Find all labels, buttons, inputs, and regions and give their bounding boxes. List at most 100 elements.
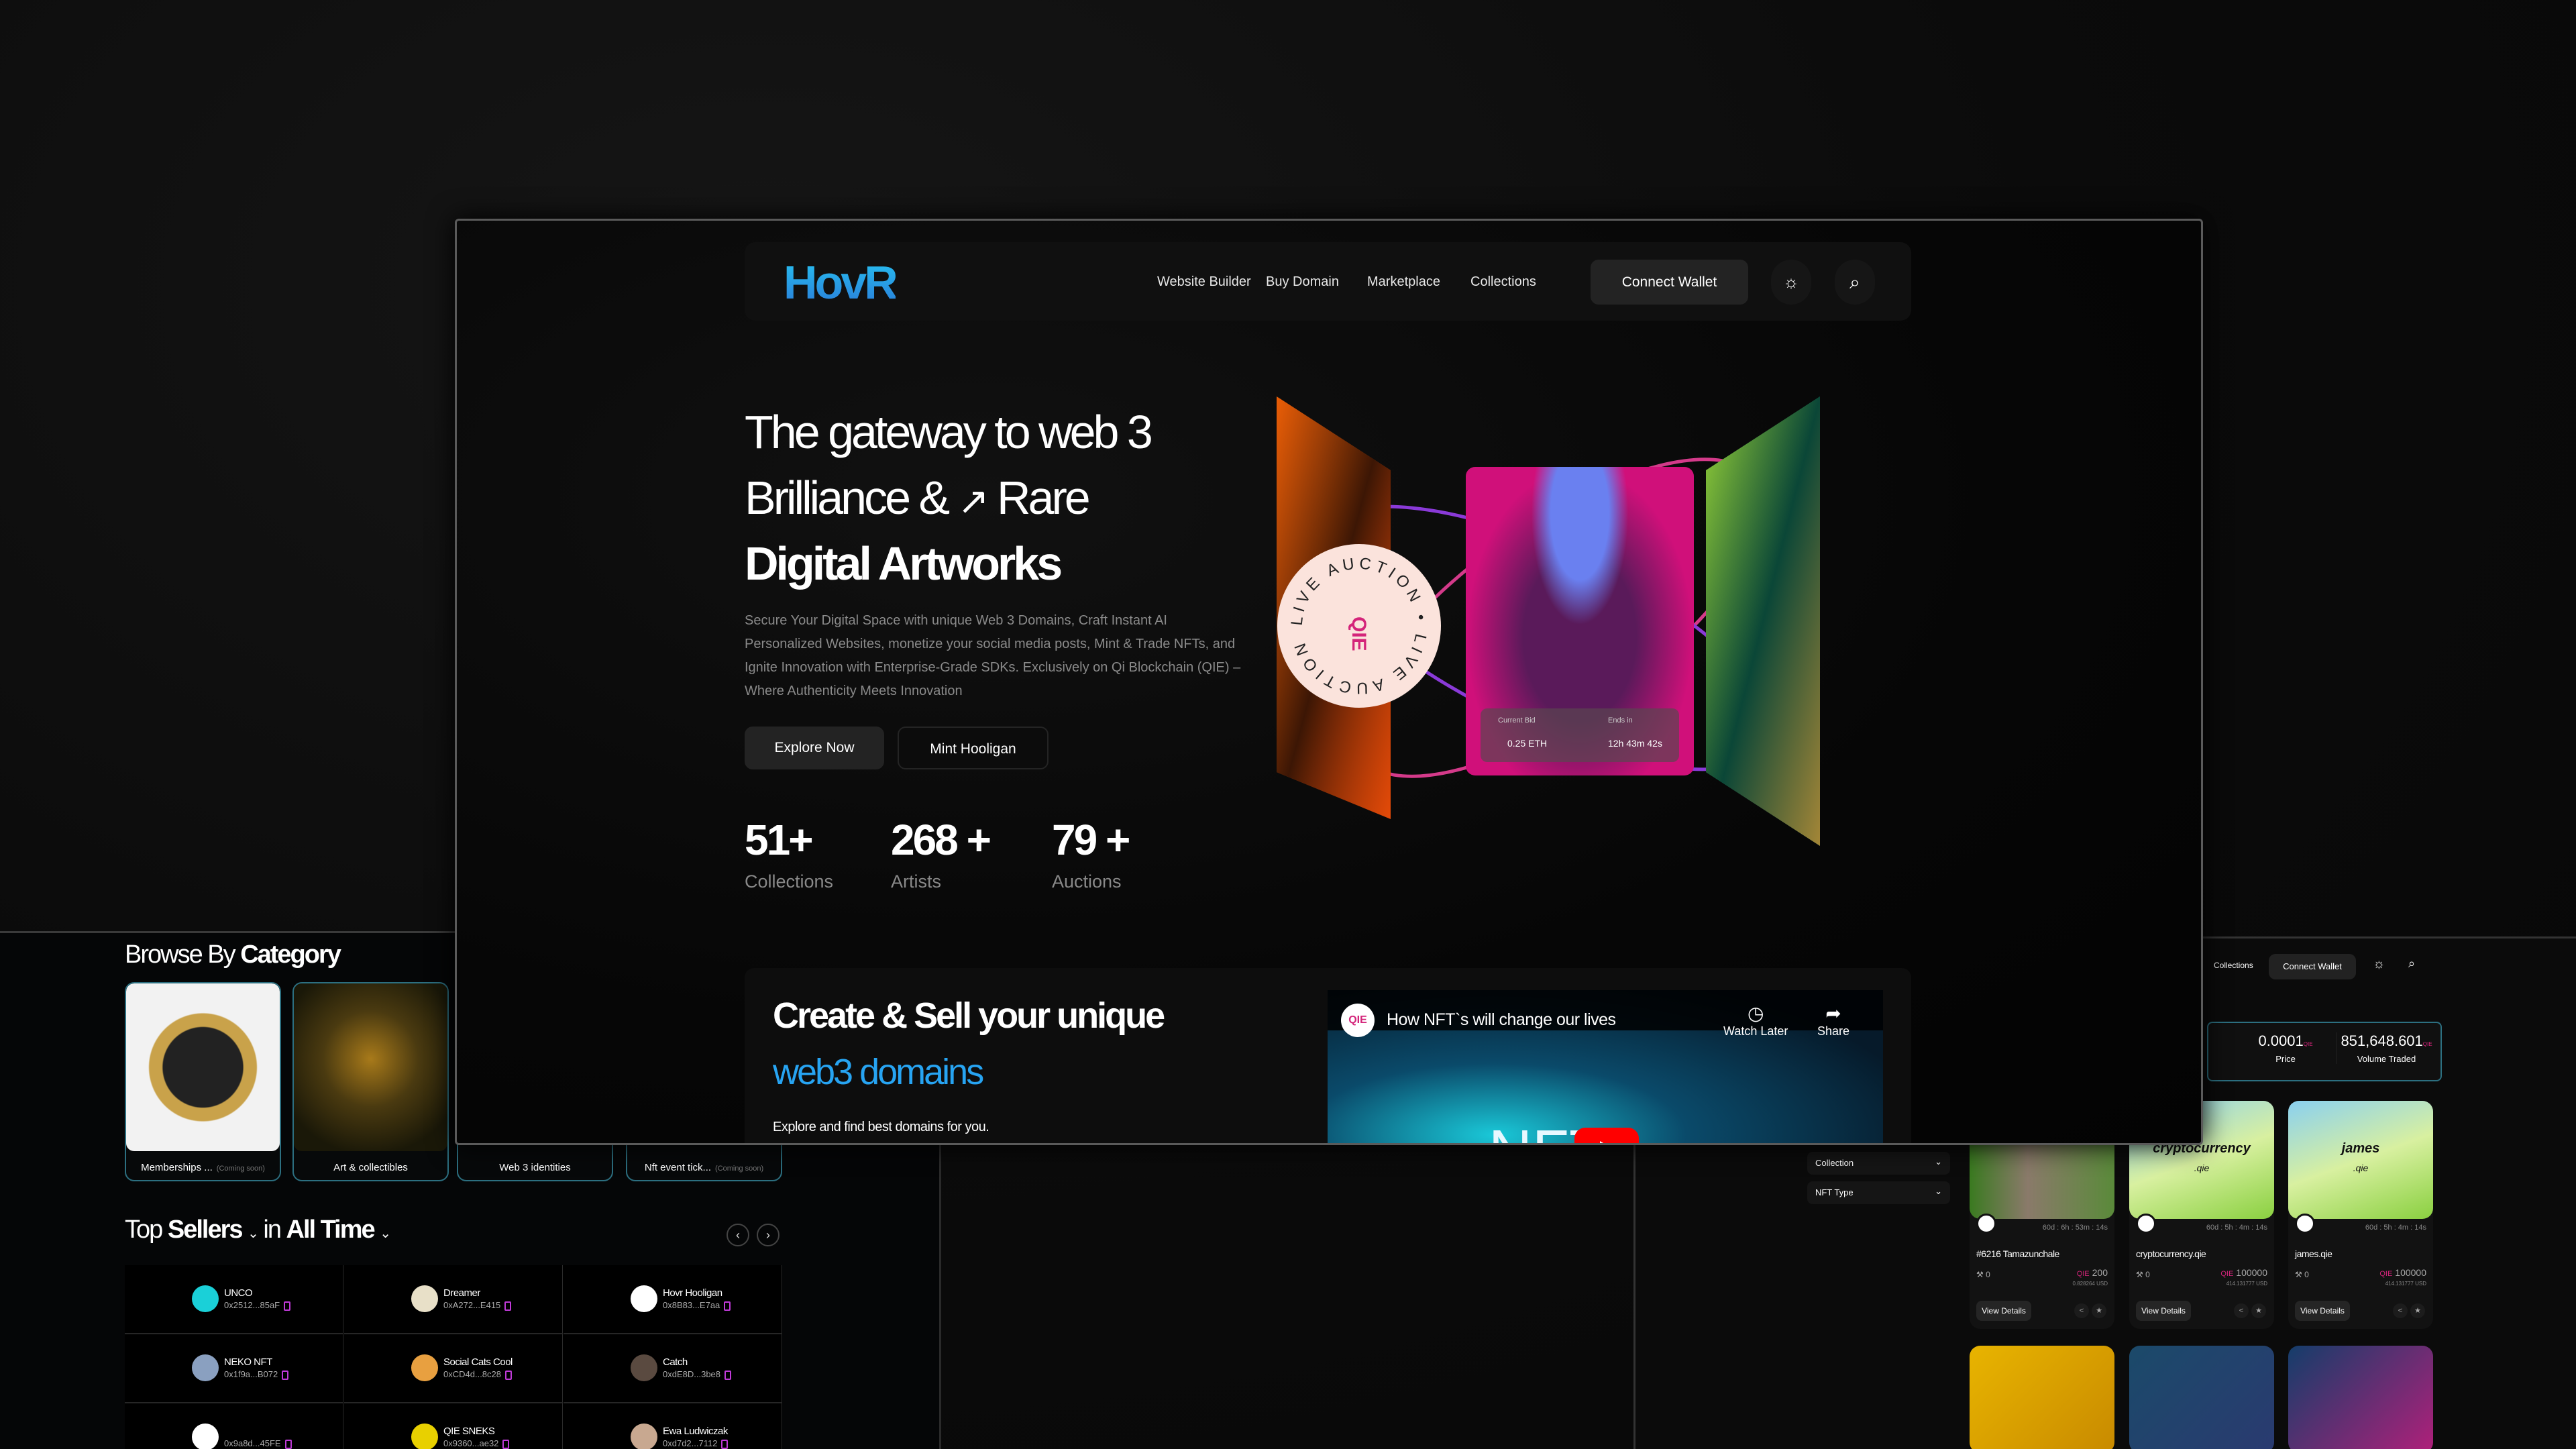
auction-artwork-card[interactable]: Current Bid 0.25 ETH Ends in 12h 43m 42s — [1466, 467, 1694, 775]
youtube-video[interactable]: QIE How NFT`s will change our lives ◷ Wat… — [1328, 990, 1883, 1143]
prev-arrow-button[interactable]: ‹ — [727, 1224, 749, 1246]
chevron-down-icon[interactable]: ⌄ — [380, 1226, 391, 1241]
share-icon[interactable]: < — [2393, 1303, 2408, 1318]
mint-hooligan-button[interactable]: Mint Hooligan — [898, 727, 1049, 769]
avatar — [192, 1354, 219, 1381]
copy-icon[interactable] — [721, 1439, 729, 1449]
avatar — [631, 1424, 657, 1449]
hero-title-line1: The gateway to web 3 — [745, 406, 1153, 458]
share-icon[interactable]: < — [2234, 1303, 2249, 1318]
avatar — [1976, 1214, 1996, 1234]
nav-buy-domain[interactable]: Buy Domain — [1266, 274, 1339, 290]
domains-title: Create & Sell your unique — [773, 996, 1165, 1036]
copy-icon[interactable] — [724, 1301, 731, 1311]
seller-item[interactable]: Social Cats Cool 0xCD4d...8c28 — [344, 1334, 563, 1403]
hero-title-line2: Brilliance & ↗ Rare — [745, 472, 1091, 524]
avatar — [411, 1354, 438, 1381]
trend-icon: ↗ — [957, 480, 989, 522]
chevron-down-icon: ⌄ — [1935, 1186, 1942, 1196]
browse-heading: Browse By Category — [125, 941, 341, 969]
seller-item[interactable]: Ewa Ludwiczak 0xd7d2...7112 — [564, 1403, 782, 1449]
copy-icon[interactable] — [502, 1439, 510, 1449]
top-sellers-heading: Top Sellers ⌄ in All Time ⌄ — [125, 1216, 391, 1244]
seller-item[interactable]: Catch 0xdE8D...3be8 — [564, 1334, 782, 1403]
connect-wallet-button[interactable]: Connect Wallet — [2269, 954, 2356, 979]
nft-image-unicorn-magenta[interactable] — [2288, 1346, 2433, 1449]
sun-icon[interactable]: ☼ — [1771, 260, 1811, 305]
main-landing-window: HovR Website Builder Buy Domain Marketpl… — [455, 219, 2203, 1145]
seller-item[interactable]: QIE SNEKS 0x9360...ae32 — [344, 1403, 563, 1449]
domains-subtitle: Explore and find best domains for you. — [773, 1120, 989, 1134]
nav-website-builder[interactable]: Website Builder — [1157, 274, 1251, 290]
nft-card[interactable]: james .qie 60d : 5h : 4m : 14s james.qie… — [2288, 1101, 2433, 1329]
seller-item[interactable]: NEKO NFT 0x1f9a...B072 — [125, 1334, 343, 1403]
search-icon[interactable]: ⌕ — [1835, 260, 1875, 305]
connect-wallet-button[interactable]: Connect Wallet — [1591, 260, 1748, 305]
period-dropdown[interactable]: All Time — [286, 1216, 376, 1244]
avatar — [411, 1285, 438, 1312]
category-card-memberships[interactable]: Memberships ... (Coming soon) — [125, 982, 281, 1181]
stat-auctions: 79 + Auctions — [1052, 816, 1130, 892]
seller-item[interactable]: Dreamer 0xA272...E415 — [344, 1265, 563, 1334]
seller-item[interactable]: 0x9a8d...45FE — [125, 1403, 343, 1449]
star-icon[interactable]: ★ — [2092, 1303, 2106, 1318]
youtube-play-button[interactable] — [1574, 1128, 1639, 1143]
avatar — [192, 1285, 219, 1312]
chevron-down-icon: ⌄ — [1935, 1157, 1942, 1167]
sellers-dropdown[interactable]: ⌄ — [248, 1226, 259, 1241]
hero-title-line3: Digital Artworks — [745, 537, 1063, 590]
top-nav: HovR Website Builder Buy Domain Marketpl… — [745, 242, 1911, 321]
domains-highlight: web3 domains — [773, 1052, 984, 1092]
vip-image — [126, 983, 280, 1151]
nft-image-unicorn-blue[interactable] — [2129, 1346, 2274, 1449]
collection-filter[interactable]: Collection ⌄ — [1807, 1152, 1950, 1175]
watch-later-button[interactable]: ◷ Watch Later — [1723, 1002, 1788, 1038]
sun-icon[interactable]: ☼ — [2373, 957, 2385, 972]
channel-avatar[interactable]: QIE — [1341, 1004, 1375, 1037]
seller-item[interactable]: UNCO 0x2512...85aF — [125, 1265, 343, 1334]
avatar — [631, 1354, 657, 1381]
next-arrow-button[interactable]: › — [757, 1224, 780, 1246]
nft-image[interactable]: james .qie — [2288, 1101, 2433, 1219]
view-details-button[interactable]: View Details — [2136, 1301, 2191, 1321]
video-title[interactable]: How NFT`s will change our lives — [1387, 1010, 1616, 1030]
avatar — [631, 1285, 657, 1312]
nft-image-unicorn-gold[interactable] — [1970, 1346, 2114, 1449]
top-sellers-grid: UNCO 0x2512...85aF Dreamer 0xA272...E415… — [125, 1265, 782, 1449]
hovr-logo[interactable]: HovR — [784, 256, 898, 309]
view-details-button[interactable]: View Details — [1976, 1301, 2031, 1321]
gavel-icon: ⚒ — [2295, 1270, 2302, 1279]
copy-icon[interactable] — [505, 1370, 512, 1380]
nav-collections[interactable]: Collections — [1470, 274, 1536, 290]
search-icon[interactable]: ⌕ — [2408, 957, 2415, 971]
copy-icon[interactable] — [282, 1370, 289, 1380]
hero-description: Secure Your Digital Space with unique We… — [745, 613, 1241, 698]
star-icon[interactable]: ★ — [2410, 1303, 2425, 1318]
collection-stats: 0.0001QIE Price 851,648.601QIE Volume Trad… — [2207, 1022, 2442, 1081]
gavel-icon: ⚒ — [2136, 1270, 2143, 1279]
live-auction-badge[interactable]: LIVE AUCTION • LIVE AUCTION • QIE — [1277, 544, 1441, 708]
nft-type-filter[interactable]: NFT Type ⌄ — [1807, 1181, 1950, 1204]
stat-artists: 268 + Artists — [891, 816, 991, 892]
avatar — [192, 1424, 219, 1449]
copy-icon[interactable] — [724, 1370, 732, 1380]
copy-icon[interactable] — [284, 1301, 291, 1311]
gavel-icon: ⚒ — [1976, 1270, 1984, 1279]
seller-item[interactable]: Hovr Hooligan 0x8B83...E7aa — [564, 1265, 782, 1334]
nav-collections[interactable]: Collections — [2214, 961, 2253, 970]
category-card-art[interactable]: Art & collectibles — [292, 982, 449, 1181]
share-icon: ➦ — [1825, 1003, 1841, 1024]
nav-marketplace[interactable]: Marketplace — [1367, 274, 1440, 290]
star-icon[interactable]: ★ — [2251, 1303, 2266, 1318]
auction-info: Current Bid 0.25 ETH Ends in 12h 43m 42s — [1481, 708, 1679, 762]
avatar — [411, 1424, 438, 1449]
explore-now-button[interactable]: Explore Now — [745, 727, 884, 769]
copy-icon[interactable] — [504, 1301, 512, 1311]
avatar — [2136, 1214, 2156, 1234]
share-button[interactable]: ➦ Share — [1817, 1002, 1849, 1038]
view-details-button[interactable]: View Details — [2295, 1301, 2350, 1321]
clock-icon: ◷ — [1747, 1003, 1764, 1024]
qie-logo: QIE — [1348, 616, 1370, 651]
share-icon[interactable]: < — [2074, 1303, 2089, 1318]
copy-icon[interactable] — [284, 1439, 292, 1449]
